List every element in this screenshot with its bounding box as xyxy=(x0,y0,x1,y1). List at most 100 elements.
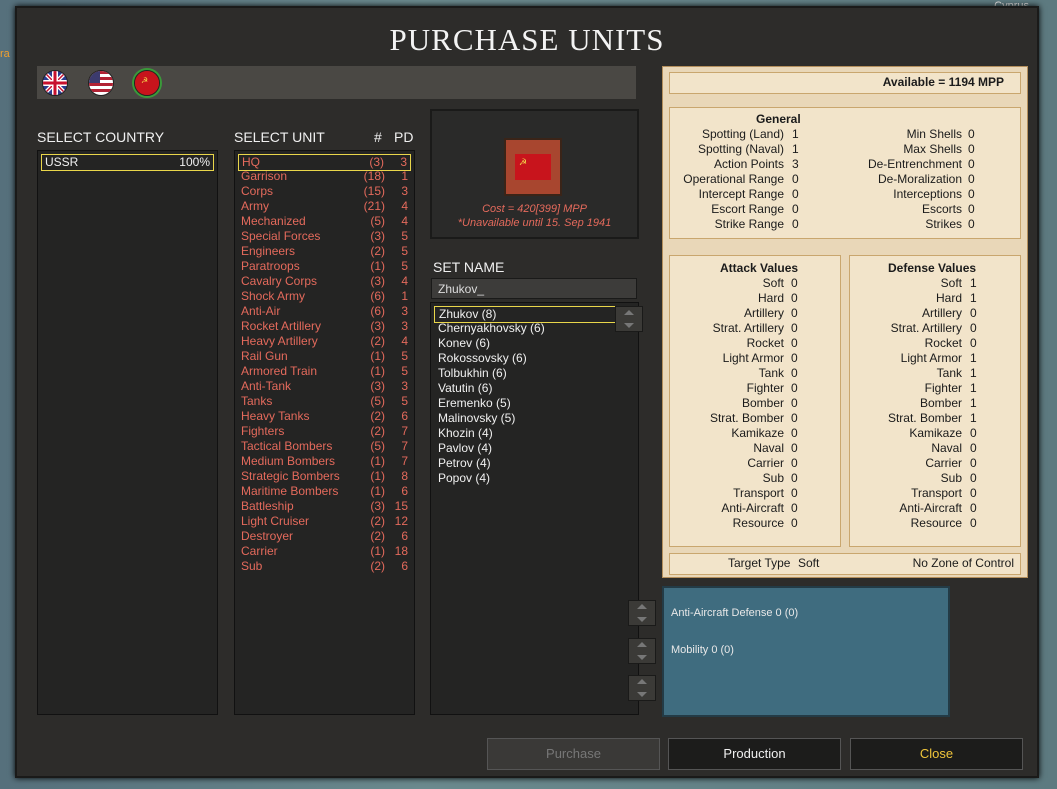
stat-label: Resource xyxy=(670,516,784,531)
stat-value: 1 xyxy=(970,381,977,395)
unit-item[interactable]: Armored Train (1) 5 xyxy=(238,364,411,379)
commander-name-item[interactable]: Eremenko (5) xyxy=(434,396,635,411)
commander-name-item[interactable]: Pavlov (4) xyxy=(434,441,635,456)
defense-values-box: Defense Values Soft 1 Hard 1 Artillery 0 Strat… xyxy=(849,255,1021,547)
unit-item[interactable]: Rocket Artillery (3) 3 xyxy=(238,319,411,334)
unit-count: (1) xyxy=(370,259,385,273)
unit-item[interactable]: Tanks (5) 5 xyxy=(238,394,411,409)
unit-item[interactable]: Engineers (2) 5 xyxy=(238,244,411,259)
unit-stats-panel: Available = 1194 MPP General Spotting (L… xyxy=(662,66,1028,578)
unit-item[interactable]: Battleship (3) 15 xyxy=(238,499,411,514)
unit-item[interactable]: Maritime Bombers (1) 6 xyxy=(238,484,411,499)
purchase-button[interactable]: Purchase xyxy=(487,738,660,770)
unit-pd: 3 xyxy=(401,304,408,318)
stat-key: Soft xyxy=(762,276,784,290)
commander-name-item[interactable]: Malinovsky (5) xyxy=(434,411,635,426)
unit-item[interactable]: Shock Army (6) 1 xyxy=(238,289,411,304)
unit-name: Fighters xyxy=(241,424,285,438)
upgrade-extra-buttons[interactable] xyxy=(628,675,656,701)
upgrade-mobility-buttons[interactable] xyxy=(628,638,656,664)
stat-label: Artillery xyxy=(670,306,784,321)
unit-item[interactable]: Strategic Bombers (1) 8 xyxy=(238,469,411,484)
flag-usa-button[interactable] xyxy=(88,70,114,96)
unit-item[interactable]: Garrison (18) 1 xyxy=(238,169,411,184)
unit-pd: 3 xyxy=(401,184,408,198)
commander-name-item[interactable]: Chernyakhovsky (6) xyxy=(434,321,635,336)
commander-name-item[interactable]: Konev (6) xyxy=(434,336,635,351)
unit-pd: 7 xyxy=(401,424,408,438)
unit-item[interactable]: Special Forces (3) 5 xyxy=(238,229,411,244)
stat-label: Rocket xyxy=(670,336,784,351)
unit-item[interactable]: Light Cruiser (2) 12 xyxy=(238,514,411,529)
unit-item[interactable]: Destroyer (2) 6 xyxy=(238,529,411,544)
stat-label: Fighter xyxy=(670,381,784,396)
stat-value: 0 xyxy=(970,306,977,320)
unit-count: (6) xyxy=(370,304,385,318)
stat-key: Strat. Bomber xyxy=(887,411,962,425)
unit-item[interactable]: Carrier (1) 18 xyxy=(238,544,411,559)
stat-key: Artillery xyxy=(743,306,784,320)
unit-item[interactable]: Army (21) 4 xyxy=(238,199,411,214)
stat-value: 0 xyxy=(791,396,798,410)
unit-item[interactable]: Paratroops (1) 5 xyxy=(238,259,411,274)
attack-title: Attack Values xyxy=(720,261,799,275)
unit-name: Paratroops xyxy=(241,259,300,273)
country-name: USSR xyxy=(45,155,79,169)
unit-item[interactable]: Cavalry Corps (3) 4 xyxy=(238,274,411,289)
close-button[interactable]: Close xyxy=(850,738,1023,770)
general-title: General xyxy=(756,112,801,126)
production-button[interactable]: Production xyxy=(668,738,841,770)
unit-item[interactable]: Mechanized (5) 4 xyxy=(238,214,411,229)
unit-count: (1) xyxy=(370,349,385,363)
unit-item[interactable]: Medium Bombers (1) 7 xyxy=(238,454,411,469)
stat-value: 0 xyxy=(791,336,798,350)
stat-key: Sub xyxy=(762,471,784,485)
target-type-value: Soft xyxy=(798,556,820,570)
set-name-input[interactable] xyxy=(431,278,637,299)
unit-pd: 5 xyxy=(401,349,408,363)
select-unit-header: SELECT UNIT xyxy=(234,129,325,145)
commander-name-item[interactable]: Tolbukhin (6) xyxy=(434,366,635,381)
stat-value: 0 xyxy=(791,381,798,395)
stat-key: Hard xyxy=(757,291,784,305)
unit-item[interactable]: Fighters (2) 7 xyxy=(238,424,411,439)
unit-item[interactable]: Corps (15) 3 xyxy=(238,184,411,199)
unit-item[interactable]: Anti-Tank (3) 3 xyxy=(238,379,411,394)
commander-name-item[interactable]: Rokossovsky (6) xyxy=(434,351,635,366)
unit-pd: 7 xyxy=(401,454,408,468)
stat-value: 0 xyxy=(968,172,975,186)
unit-item[interactable]: Sub (2) 6 xyxy=(238,559,411,574)
unit-item[interactable]: Heavy Artillery (2) 4 xyxy=(238,334,411,349)
unit-count: (21) xyxy=(363,199,385,213)
stat-value: 0 xyxy=(791,276,798,290)
stat-label: Hard xyxy=(670,291,784,306)
upgrade-aa-buttons[interactable] xyxy=(628,600,656,626)
stat-key: Light Armor xyxy=(722,351,784,365)
unit-item[interactable]: Rail Gun (1) 5 xyxy=(238,349,411,364)
stat-key: Resource xyxy=(910,516,962,530)
stat-value: 0 xyxy=(791,291,798,305)
unit-item[interactable]: Anti-Air (6) 3 xyxy=(238,304,411,319)
stat-key: Fighter xyxy=(924,381,962,395)
stat-value: 0 xyxy=(791,486,798,500)
unit-preview-panel: ☭ Cost = 420[399] MPP *Unavailable until… xyxy=(430,109,639,239)
stat-value: 0 xyxy=(791,351,798,365)
unit-count: (3) xyxy=(370,319,385,333)
commander-name-item[interactable]: Popov (4) xyxy=(434,471,635,486)
unit-item[interactable]: Tactical Bombers (5) 7 xyxy=(238,439,411,454)
stat-label: Soft xyxy=(850,276,962,291)
commander-name-item[interactable]: Petrov (4) xyxy=(434,456,635,471)
country-item-ussr[interactable]: USSR 100% xyxy=(41,154,214,171)
unit-name: Anti-Tank xyxy=(241,379,292,393)
commander-name-item[interactable]: Vatutin (6) xyxy=(434,381,635,396)
flag-ussr-button[interactable]: ☭ xyxy=(134,70,160,96)
available-mpp: Available = 1194 MPP xyxy=(882,75,1004,89)
name-list-scroll-buttons[interactable] xyxy=(615,306,643,332)
unit-name: Maritime Bombers xyxy=(241,484,339,498)
stat-label: Sub xyxy=(850,471,962,486)
unit-item[interactable]: Heavy Tanks (2) 6 xyxy=(238,409,411,424)
commander-name-item[interactable]: Khozin (4) xyxy=(434,426,635,441)
unit-pd: 5 xyxy=(401,259,408,273)
stat-key: Hard xyxy=(935,291,962,305)
flag-uk-button[interactable] xyxy=(42,70,68,96)
